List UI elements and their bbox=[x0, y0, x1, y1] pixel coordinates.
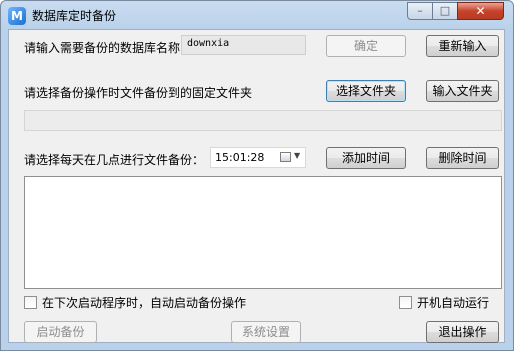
maximize-button[interactable]: □ bbox=[432, 2, 458, 20]
input-folder-button[interactable]: 输入文件夹 bbox=[426, 80, 499, 102]
title-bar[interactable]: M 数据库定时备份 – □ ✕ bbox=[1, 1, 513, 29]
exit-button[interactable]: 退出操作 bbox=[426, 321, 499, 343]
time-value: 15:01:28 bbox=[215, 151, 265, 164]
start-backup-button[interactable]: 启动备份 bbox=[24, 321, 97, 343]
folder-label: 请选择备份操作时文件备份到的固定文件夹 bbox=[24, 86, 253, 100]
folder-path-field[interactable] bbox=[24, 110, 502, 131]
close-icon: ✕ bbox=[475, 4, 486, 18]
calendar-icon[interactable] bbox=[280, 152, 291, 162]
minimize-icon: – bbox=[417, 4, 423, 17]
close-button[interactable]: ✕ bbox=[457, 2, 504, 20]
autostart-checkbox[interactable] bbox=[399, 296, 412, 309]
backup-time-list[interactable] bbox=[24, 176, 502, 289]
db-name-input[interactable]: downxia bbox=[181, 35, 306, 55]
minimize-button[interactable]: – bbox=[407, 2, 433, 20]
reinput-button[interactable]: 重新输入 bbox=[426, 35, 499, 57]
auto-backup-checkbox[interactable] bbox=[24, 296, 37, 309]
system-settings-button[interactable]: 系统设置 bbox=[231, 321, 301, 343]
app-window: M 数据库定时备份 – □ ✕ 请输入需要备份的数据库名称 downxia 确定… bbox=[0, 0, 514, 351]
choose-folder-button[interactable]: 选择文件夹 bbox=[326, 80, 406, 102]
auto-backup-label: 在下次启动程序时，自动启动备份操作 bbox=[42, 296, 247, 310]
main-panel: 请输入需要备份的数据库名称 downxia 确定 重新输入 请选择备份操作时文件… bbox=[8, 29, 505, 343]
delete-time-button[interactable]: 删除时间 bbox=[426, 147, 499, 169]
schedule-label: 请选择每天在几点进行文件备份： bbox=[24, 153, 205, 167]
db-name-label: 请输入需要备份的数据库名称 bbox=[24, 41, 181, 55]
app-logo-icon: M bbox=[8, 7, 26, 25]
add-time-button[interactable]: 添加时间 bbox=[326, 147, 406, 169]
db-name-value: downxia bbox=[187, 38, 230, 49]
window-title: 数据库定时备份 bbox=[32, 9, 117, 23]
maximize-icon: □ bbox=[439, 4, 451, 17]
confirm-button[interactable]: 确定 bbox=[326, 35, 406, 57]
time-picker[interactable]: 15:01:28 ▼ bbox=[210, 147, 306, 168]
chevron-down-icon[interactable]: ▼ bbox=[294, 151, 300, 160]
autostart-label: 开机自动运行 bbox=[417, 296, 490, 310]
